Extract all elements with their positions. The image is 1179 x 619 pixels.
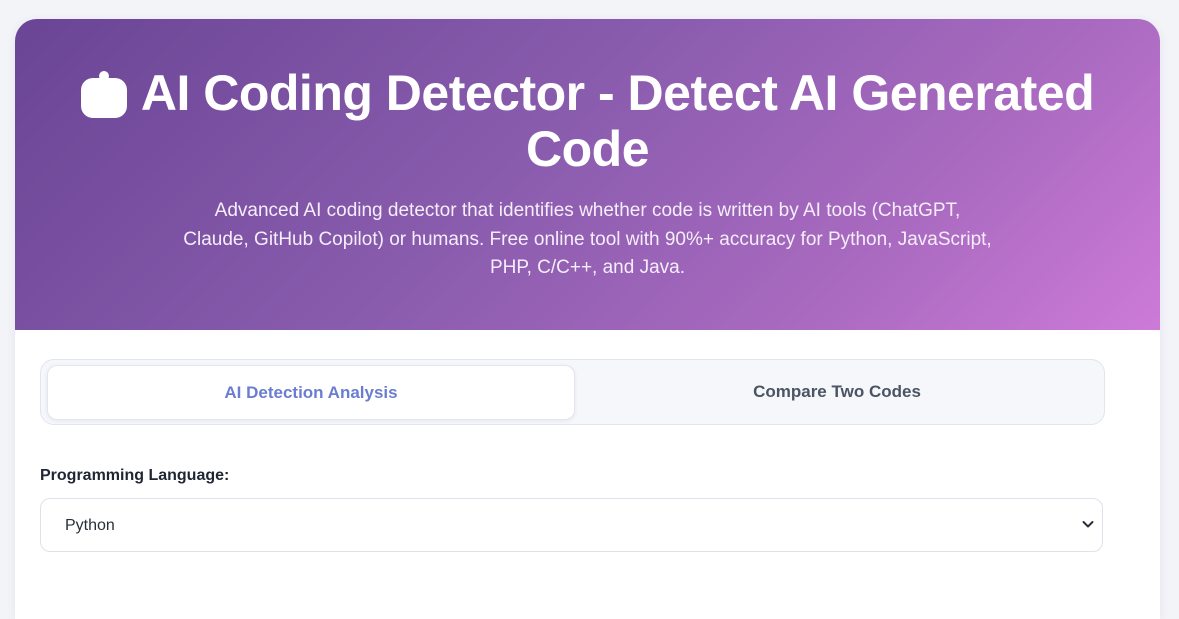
- tab-compare-two-codes[interactable]: Compare Two Codes: [574, 365, 1100, 418]
- programming-language-select[interactable]: Python: [40, 498, 1103, 552]
- page-title: AI Coding Detector - Detect AI Generated…: [38, 65, 1138, 177]
- programming-language-label: Programming Language:: [40, 467, 230, 484]
- robot-icon: [80, 71, 127, 118]
- programming-language-value: Python: [65, 517, 115, 534]
- mode-tabs: AI Detection Analysis Compare Two Codes: [40, 359, 1105, 425]
- chevron-down-icon: [1082, 521, 1094, 528]
- page-title-text: AI Coding Detector - Detect AI Generated…: [140, 65, 1095, 177]
- page-subtitle: Advanced AI coding detector that identif…: [183, 200, 992, 278]
- hero-header: AI Coding Detector - Detect AI Generated…: [15, 19, 1160, 330]
- tab-ai-detection-analysis[interactable]: AI Detection Analysis: [47, 365, 575, 420]
